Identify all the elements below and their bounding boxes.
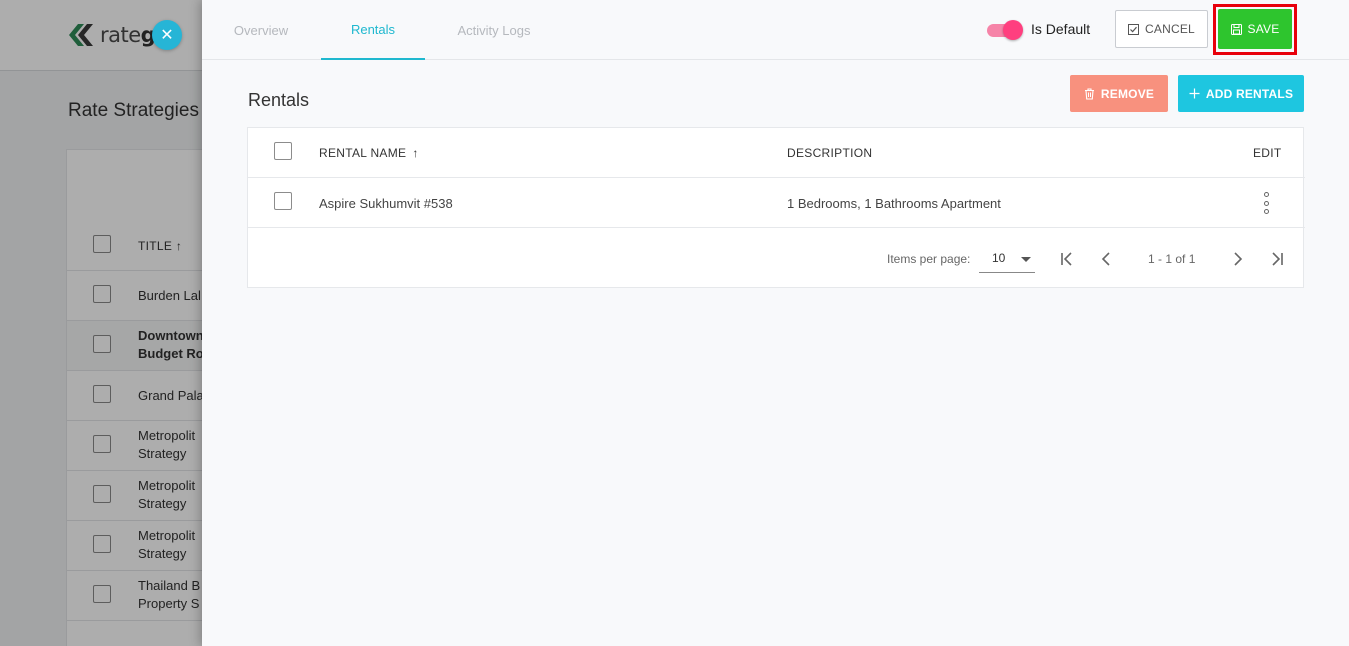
remove-button[interactable]: REMOVE [1070,75,1168,112]
select-all-checkbox[interactable] [274,142,292,160]
table-row[interactable]: Aspire Sukhumvit #538 1 Bedrooms, 1 Bath… [248,178,1305,228]
page-size-value: 10 [992,251,1006,265]
description-column-header: DESCRIPTION [787,146,873,160]
rental-name-cell: Aspire Sukhumvit #538 [319,196,453,211]
tab-activity-logs[interactable]: Activity Logs [442,0,546,60]
next-page-button[interactable] [1225,247,1249,271]
previous-page-button[interactable] [1095,247,1119,271]
close-drawer-button[interactable]: ✕ [152,20,182,50]
plus-icon [1189,88,1200,99]
tab-rentals[interactable]: Rentals [321,0,425,60]
chevron-down-icon [1021,257,1031,262]
trash-icon [1084,87,1095,100]
table-header: RENTAL NAME ↑ DESCRIPTION EDIT [248,128,1305,178]
row-checkbox[interactable] [274,192,292,210]
toggle-thumb [1003,20,1023,40]
chevron-left-icon [1101,252,1110,266]
is-default-label: Is Default [1031,21,1091,37]
checkbox-icon [1128,23,1140,35]
is-default-toggle[interactable] [986,19,1024,41]
rental-name-column-header[interactable]: RENTAL NAME ↑ [319,146,419,160]
description-cell: 1 Bedrooms, 1 Bathrooms Apartment [787,196,1001,211]
edit-column-header: EDIT [1253,146,1282,160]
tab-bar: Overview Rentals Activity Logs Is Defaul… [202,0,1349,60]
add-rentals-button[interactable]: ADD RENTALS [1178,75,1304,112]
paginator: Items per page: 10 1 - 1 of 1 [248,229,1305,289]
save-icon [1230,23,1242,35]
last-page-button[interactable] [1265,247,1289,271]
section-title: Rentals [248,90,310,110]
first-page-icon [1061,252,1072,266]
cancel-button[interactable]: CANCEL [1115,10,1208,48]
close-icon: ✕ [160,27,174,44]
save-label: SAVE [1247,22,1280,36]
cancel-label: CANCEL [1145,22,1195,36]
rentals-table: RENTAL NAME ↑ DESCRIPTION EDIT Aspire Suk… [247,127,1305,289]
chevron-right-icon [1234,252,1243,266]
rental-drawer: Overview Rentals Activity Logs Is Defaul… [202,0,1349,646]
sort-arrow-up-icon: ↑ [412,146,419,160]
items-per-page-label: Items per page: [887,252,971,266]
kebab-menu-icon[interactable] [1258,192,1274,214]
page-range: 1 - 1 of 1 [1148,252,1196,266]
tab-overview[interactable]: Overview [202,0,320,60]
last-page-icon [1272,252,1283,266]
save-button[interactable]: SAVE [1218,9,1292,49]
add-rentals-label: ADD RENTALS [1205,86,1294,101]
first-page-button[interactable] [1055,247,1079,271]
remove-label: REMOVE [1100,86,1155,101]
page-size-select[interactable]: 10 [979,245,1035,273]
